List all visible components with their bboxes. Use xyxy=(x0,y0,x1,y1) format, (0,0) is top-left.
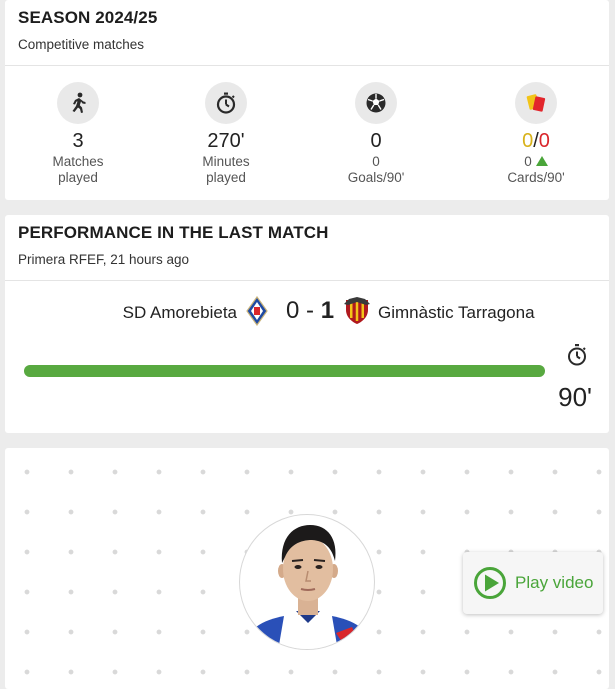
matches-label-1: Matches xyxy=(52,154,104,169)
away-team-crest-icon xyxy=(342,296,372,331)
stat-minutes: 270' Minutes played xyxy=(151,82,301,186)
stopwatch-icon xyxy=(205,82,247,124)
away-score: 1 xyxy=(320,297,335,324)
cards-label-1: 0 xyxy=(524,154,532,169)
cards-value: 0/0 xyxy=(461,128,611,154)
goals-label-2: Goals/90' xyxy=(347,170,405,185)
minutes-value: 270' xyxy=(207,130,245,152)
matches-value: 3 xyxy=(72,130,84,152)
stat-cards: 0/0 0 Cards/90' xyxy=(461,82,611,186)
cards-label-2: Cards/90' xyxy=(507,170,565,185)
minutes-played-fill xyxy=(24,365,545,377)
last-match-title: PERFORMANCE IN THE LAST MATCH xyxy=(18,223,329,242)
cards-label-1-row: 0 xyxy=(461,154,611,170)
away-team-name: Gimnàstic Tarragona xyxy=(378,303,535,322)
last-match-card[interactable]: PERFORMANCE IN THE LAST MATCH Primera RF… xyxy=(5,215,609,433)
red-cards-value: 0 xyxy=(538,130,550,152)
player-avatar xyxy=(239,514,375,650)
home-team-crest-icon xyxy=(246,295,268,331)
play-video-button[interactable]: Play video xyxy=(463,552,603,614)
matches-label-2: played xyxy=(58,170,98,185)
player-video-card: Play video xyxy=(5,448,609,689)
soccer-ball-icon xyxy=(355,82,397,124)
home-score: 0 xyxy=(286,297,300,324)
last-match-subtitle: Primera RFEF, 21 hours ago xyxy=(18,252,190,267)
season-subtitle: Competitive matches xyxy=(18,37,145,52)
match-score: 0 - 1 xyxy=(286,297,334,325)
score-separator: - xyxy=(306,297,315,324)
match-result[interactable]: SD Amorebieta 0 - 1 Gimnàstic Tarragona xyxy=(5,293,609,333)
goals-label-1: 0 xyxy=(372,154,380,169)
last-match-header: PERFORMANCE IN THE LAST MATCH Primera RF… xyxy=(5,215,609,281)
player-running-icon xyxy=(57,82,99,124)
season-header: SEASON 2024/25 Competitive matches xyxy=(5,0,609,66)
cards-icon xyxy=(515,82,557,124)
stat-matches: 3 Matches played xyxy=(3,82,153,186)
home-team-name: SD Amorebieta xyxy=(122,303,237,322)
trend-up-icon xyxy=(535,156,548,166)
goals-value: 0 xyxy=(370,130,382,152)
match-stopwatch-icon xyxy=(565,342,589,373)
minutes-played-bar xyxy=(24,365,545,377)
play-circle-icon xyxy=(474,567,506,599)
season-stats: 3 Matches played 270' Minutes played 0 0… xyxy=(5,82,609,192)
minutes-label-1: Minutes xyxy=(202,154,250,169)
season-title: SEASON 2024/25 xyxy=(18,8,158,27)
stat-goals: 0 0 Goals/90' xyxy=(301,82,451,186)
match-minutes-value: 90' xyxy=(558,382,592,412)
play-video-label: Play video xyxy=(515,573,594,592)
minutes-label-2: played xyxy=(206,170,246,185)
yellow-cards-value: 0 xyxy=(522,130,534,152)
season-card: SEASON 2024/25 Competitive matches 3 Mat… xyxy=(5,0,609,200)
